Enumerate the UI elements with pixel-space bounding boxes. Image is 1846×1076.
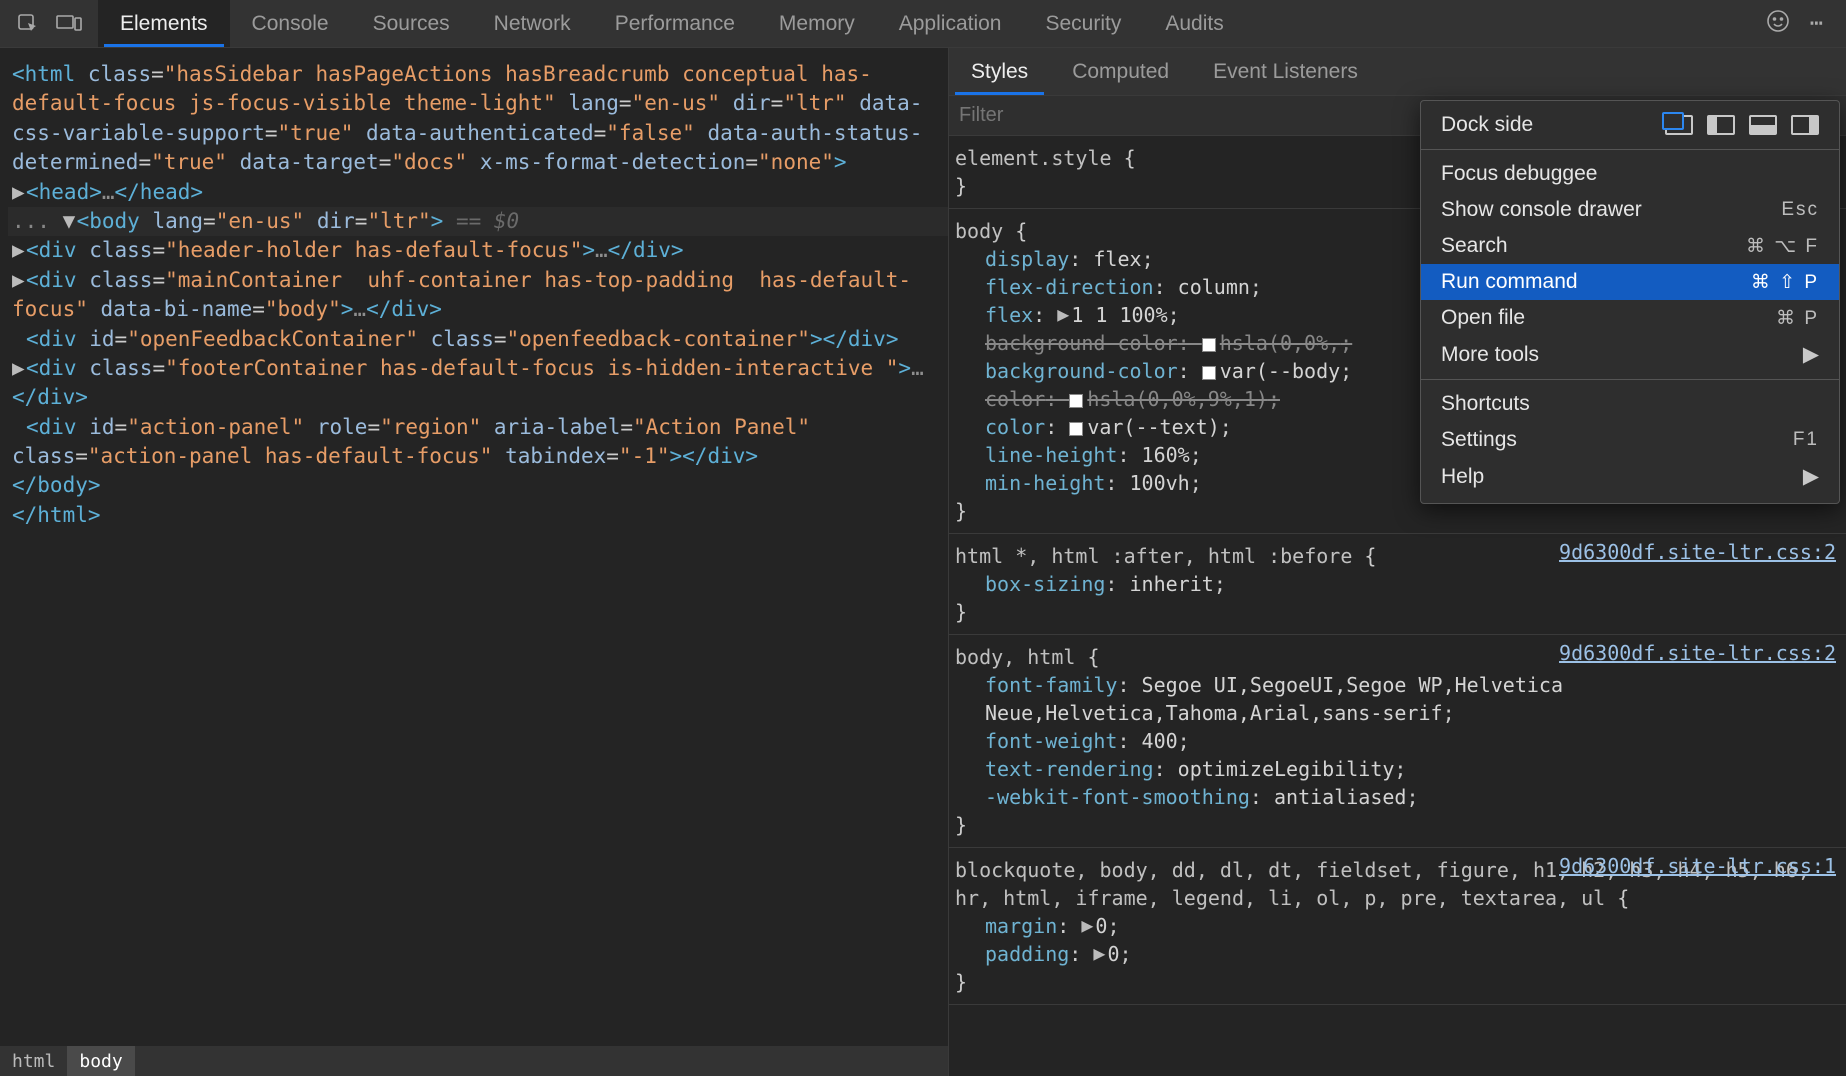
tab-security[interactable]: Security (1023, 0, 1143, 47)
menu-run-command[interactable]: Run command⌘ ⇧ P (1421, 264, 1839, 300)
tab-memory[interactable]: Memory (757, 0, 877, 47)
menu-open-file[interactable]: Open file⌘ P (1421, 300, 1839, 336)
dock-left-icon[interactable] (1707, 115, 1735, 135)
tab-application[interactable]: Application (877, 0, 1024, 47)
dock-bottom-icon[interactable] (1749, 115, 1777, 135)
styles-filter-input[interactable] (959, 104, 1224, 127)
smiley-icon[interactable] (1766, 9, 1790, 38)
tab-network[interactable]: Network (472, 0, 593, 47)
dock-side-row: Dock side (1421, 107, 1839, 143)
menu-shortcuts[interactable]: Shortcuts (1421, 386, 1839, 422)
menu-focus-debuggee[interactable]: Focus debuggee (1421, 156, 1839, 192)
device-toggle-icon[interactable] (54, 9, 84, 39)
tab-console[interactable]: Console (230, 0, 351, 47)
side-tab-computed[interactable]: Computed (1050, 48, 1191, 95)
menu-search[interactable]: Search⌘ ⌥ F (1421, 228, 1839, 264)
source-link[interactable]: 9d6300df.site-ltr.css:2 (1559, 538, 1836, 566)
tab-performance[interactable]: Performance (593, 0, 757, 47)
menu-more-tools[interactable]: More tools▶ (1421, 336, 1839, 373)
tab-elements[interactable]: Elements (98, 0, 230, 47)
menu-help[interactable]: Help▶ (1421, 458, 1839, 495)
dom-tree[interactable]: <html class="hasSidebar hasPageActions h… (0, 48, 948, 1046)
tab-sources[interactable]: Sources (351, 0, 472, 47)
tab-audits[interactable]: Audits (1143, 0, 1245, 47)
crumb-body[interactable]: body (67, 1046, 134, 1076)
menu-show-console-drawer[interactable]: Show console drawerEsc (1421, 192, 1839, 228)
main-tab-bar: ElementsConsoleSourcesNetworkPerformance… (0, 0, 1846, 48)
more-icon[interactable]: ⋯ (1810, 11, 1826, 36)
source-link[interactable]: 9d6300df.site-ltr.css:2 (1559, 639, 1836, 667)
side-tab-event-listeners[interactable]: Event Listeners (1191, 48, 1380, 95)
styles-tab-bar: StylesComputedEvent Listeners (949, 48, 1846, 96)
menu-settings[interactable]: SettingsF1 (1421, 422, 1839, 458)
crumb-html[interactable]: html (0, 1046, 67, 1076)
main-menu-popover: Dock side Focus debuggeeShow console dra… (1420, 100, 1840, 504)
dock-undock-icon[interactable] (1665, 115, 1693, 135)
side-tab-styles[interactable]: Styles (949, 48, 1050, 95)
dock-right-icon[interactable] (1791, 115, 1819, 135)
inspect-icon[interactable] (14, 9, 44, 39)
breadcrumb: htmlbody (0, 1046, 948, 1076)
source-link[interactable]: 9d6300df.site-ltr.css:1 (1559, 852, 1836, 880)
